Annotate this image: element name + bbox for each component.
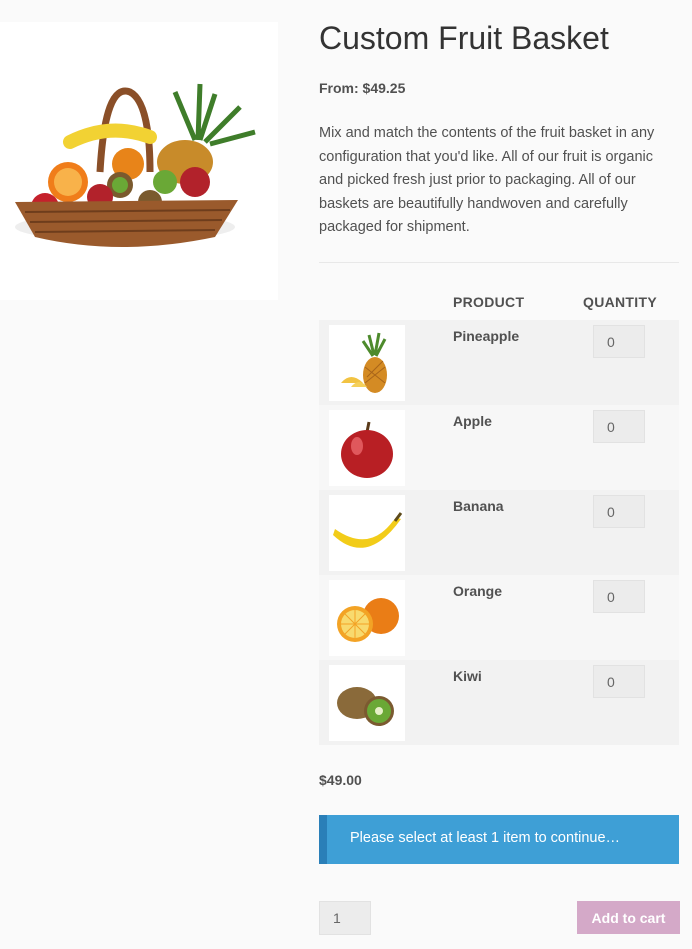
table-row: Apple xyxy=(319,405,679,490)
column-header-quantity: QUANTITY xyxy=(583,294,657,310)
orange-icon xyxy=(329,580,405,656)
apple-icon xyxy=(329,410,405,486)
divider xyxy=(319,262,679,263)
product-description: Mix and match the contents of the fruit … xyxy=(319,125,655,235)
product-table: Pineapple Apple Banana xyxy=(319,320,679,745)
quantity-input[interactable] xyxy=(593,325,645,358)
product-name: Banana xyxy=(453,498,504,514)
table-row: Kiwi xyxy=(319,660,679,745)
quantity-input[interactable] xyxy=(593,665,645,698)
product-name: Pineapple xyxy=(453,328,520,344)
total-price: $49.00 xyxy=(319,772,362,788)
add-to-cart-button[interactable]: Add to cart xyxy=(577,901,680,934)
quantity-input[interactable] xyxy=(593,580,645,613)
cart-quantity-input[interactable] xyxy=(319,901,371,935)
kiwi-icon xyxy=(329,665,405,741)
product-main-image[interactable] xyxy=(0,22,278,300)
price-from: From: $49.25 xyxy=(319,80,406,96)
pineapple-icon xyxy=(329,325,405,401)
banana-icon xyxy=(329,495,405,571)
product-name: Orange xyxy=(453,583,503,599)
product-name: Apple xyxy=(453,413,492,429)
table-row: Pineapple xyxy=(319,320,679,405)
quantity-input[interactable] xyxy=(593,410,645,443)
fruit-basket-image xyxy=(15,83,256,247)
column-header-product: PRODUCT xyxy=(453,294,525,310)
table-row: Banana xyxy=(319,490,679,575)
info-notice: Please select at least 1 item to continu… xyxy=(319,815,679,864)
product-title: Custom Fruit Basket xyxy=(319,20,609,56)
table-row: Orange xyxy=(319,575,679,660)
quantity-input[interactable] xyxy=(593,495,645,528)
product-name: Kiwi xyxy=(453,668,482,684)
